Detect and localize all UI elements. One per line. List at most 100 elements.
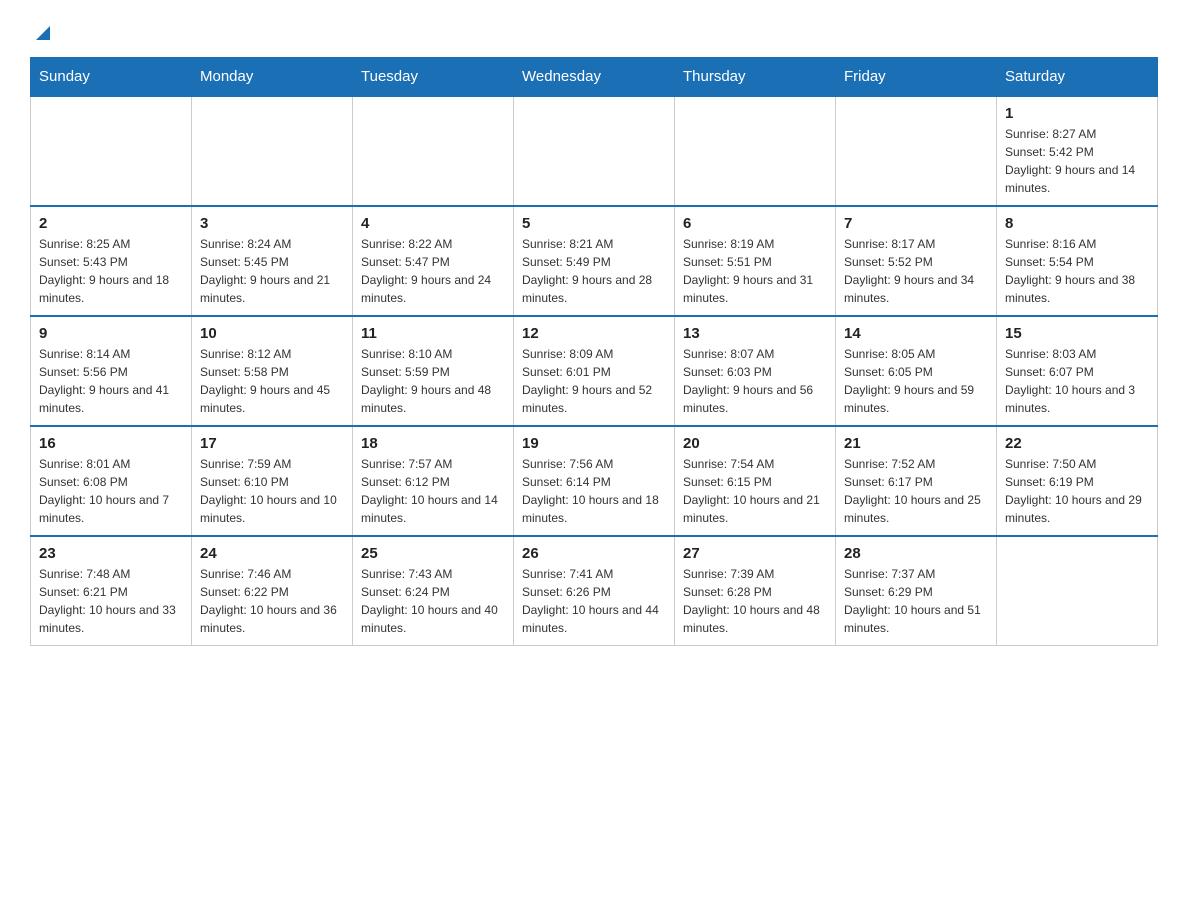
day-info: Sunrise: 8:14 AMSunset: 5:56 PMDaylight:… xyxy=(39,345,183,417)
calendar-cell xyxy=(514,96,675,206)
day-info: Sunrise: 7:37 AMSunset: 6:29 PMDaylight:… xyxy=(844,565,988,637)
day-number: 2 xyxy=(39,215,183,232)
day-info: Sunrise: 7:54 AMSunset: 6:15 PMDaylight:… xyxy=(683,455,827,527)
calendar-cell xyxy=(192,96,353,206)
day-number: 23 xyxy=(39,545,183,562)
day-number: 24 xyxy=(200,545,344,562)
day-info: Sunrise: 7:59 AMSunset: 6:10 PMDaylight:… xyxy=(200,455,344,527)
calendar-cell: 10 Sunrise: 8:12 AMSunset: 5:58 PMDayligh… xyxy=(192,316,353,426)
day-info: Sunrise: 8:03 AMSunset: 6:07 PMDaylight:… xyxy=(1005,345,1149,417)
calendar-cell: 18 Sunrise: 7:57 AMSunset: 6:12 PMDayligh… xyxy=(353,426,514,536)
day-number: 25 xyxy=(361,545,505,562)
day-number: 20 xyxy=(683,435,827,452)
calendar-cell xyxy=(836,96,997,206)
day-number: 11 xyxy=(361,325,505,342)
day-of-week-header: Wednesday xyxy=(514,57,675,96)
day-number: 1 xyxy=(1005,105,1149,122)
day-of-week-header: Monday xyxy=(192,57,353,96)
calendar-cell: 2Sunrise: 8:25 AMSunset: 5:43 PMDaylight… xyxy=(31,206,192,316)
day-number: 21 xyxy=(844,435,988,452)
calendar-cell: 19Sunrise: 7:56 AMSunset: 6:14 PMDayligh… xyxy=(514,426,675,536)
calendar-cell: 21 Sunrise: 7:52 AMSunset: 6:17 PMDayligh… xyxy=(836,426,997,536)
calendar-cell xyxy=(675,96,836,206)
calendar-cell xyxy=(31,96,192,206)
calendar-cell: 7 Sunrise: 8:17 AMSunset: 5:52 PMDaylight… xyxy=(836,206,997,316)
day-number: 17 xyxy=(200,435,344,452)
day-info: Sunrise: 8:19 AMSunset: 5:51 PMDaylight:… xyxy=(683,235,827,307)
day-number: 27 xyxy=(683,545,827,562)
calendar-week-row: 1 Sunrise: 8:27 AMSunset: 5:42 PMDaylight… xyxy=(31,96,1158,206)
calendar-cell: 20 Sunrise: 7:54 AMSunset: 6:15 PMDayligh… xyxy=(675,426,836,536)
day-of-week-header: Tuesday xyxy=(353,57,514,96)
day-info: Sunrise: 8:09 AMSunset: 6:01 PMDaylight:… xyxy=(522,345,666,417)
day-info: Sunrise: 8:21 AMSunset: 5:49 PMDaylight:… xyxy=(522,235,666,307)
calendar-cell: 1 Sunrise: 8:27 AMSunset: 5:42 PMDaylight… xyxy=(997,96,1158,206)
day-info: Sunrise: 7:57 AMSunset: 6:12 PMDaylight:… xyxy=(361,455,505,527)
day-info: Sunrise: 7:43 AMSunset: 6:24 PMDaylight:… xyxy=(361,565,505,637)
day-number: 10 xyxy=(200,325,344,342)
day-of-week-header: Friday xyxy=(836,57,997,96)
calendar-cell: 4Sunrise: 8:22 AMSunset: 5:47 PMDaylight… xyxy=(353,206,514,316)
day-number: 3 xyxy=(200,215,344,232)
calendar-cell: 12 Sunrise: 8:09 AMSunset: 6:01 PMDayligh… xyxy=(514,316,675,426)
calendar-cell: 11 Sunrise: 8:10 AMSunset: 5:59 PMDayligh… xyxy=(353,316,514,426)
day-number: 8 xyxy=(1005,215,1149,232)
day-number: 18 xyxy=(361,435,505,452)
day-number: 14 xyxy=(844,325,988,342)
calendar-cell: 23 Sunrise: 7:48 AMSunset: 6:21 PMDayligh… xyxy=(31,536,192,646)
calendar-header-row: SundayMondayTuesdayWednesdayThursdayFrid… xyxy=(31,57,1158,96)
calendar-cell: 15 Sunrise: 8:03 AMSunset: 6:07 PMDayligh… xyxy=(997,316,1158,426)
calendar-week-row: 9 Sunrise: 8:14 AMSunset: 5:56 PMDaylight… xyxy=(31,316,1158,426)
calendar-cell: 28 Sunrise: 7:37 AMSunset: 6:29 PMDayligh… xyxy=(836,536,997,646)
day-number: 4 xyxy=(361,215,505,232)
day-info: Sunrise: 8:24 AMSunset: 5:45 PMDaylight:… xyxy=(200,235,344,307)
calendar-cell: 22 Sunrise: 7:50 AMSunset: 6:19 PMDayligh… xyxy=(997,426,1158,536)
calendar-week-row: 23 Sunrise: 7:48 AMSunset: 6:21 PMDayligh… xyxy=(31,536,1158,646)
day-number: 6 xyxy=(683,215,827,232)
day-info: Sunrise: 7:46 AMSunset: 6:22 PMDaylight:… xyxy=(200,565,344,637)
calendar-cell: 24 Sunrise: 7:46 AMSunset: 6:22 PMDayligh… xyxy=(192,536,353,646)
day-number: 15 xyxy=(1005,325,1149,342)
day-info: Sunrise: 8:01 AMSunset: 6:08 PMDaylight:… xyxy=(39,455,183,527)
day-number: 28 xyxy=(844,545,988,562)
day-info: Sunrise: 8:07 AMSunset: 6:03 PMDaylight:… xyxy=(683,345,827,417)
day-number: 22 xyxy=(1005,435,1149,452)
day-info: Sunrise: 7:41 AMSunset: 6:26 PMDaylight:… xyxy=(522,565,666,637)
page-header xyxy=(30,20,1158,47)
day-of-week-header: Sunday xyxy=(31,57,192,96)
logo-triangle-icon xyxy=(32,20,54,42)
day-info: Sunrise: 8:05 AMSunset: 6:05 PMDaylight:… xyxy=(844,345,988,417)
day-number: 26 xyxy=(522,545,666,562)
day-of-week-header: Saturday xyxy=(997,57,1158,96)
day-number: 13 xyxy=(683,325,827,342)
calendar-week-row: 16Sunrise: 8:01 AMSunset: 6:08 PMDayligh… xyxy=(31,426,1158,536)
day-info: Sunrise: 7:56 AMSunset: 6:14 PMDaylight:… xyxy=(522,455,666,527)
day-info: Sunrise: 8:10 AMSunset: 5:59 PMDaylight:… xyxy=(361,345,505,417)
day-number: 12 xyxy=(522,325,666,342)
calendar-cell: 16Sunrise: 8:01 AMSunset: 6:08 PMDayligh… xyxy=(31,426,192,536)
day-info: Sunrise: 8:27 AMSunset: 5:42 PMDaylight:… xyxy=(1005,125,1149,197)
day-info: Sunrise: 8:17 AMSunset: 5:52 PMDaylight:… xyxy=(844,235,988,307)
calendar-cell xyxy=(353,96,514,206)
day-of-week-header: Thursday xyxy=(675,57,836,96)
day-number: 5 xyxy=(522,215,666,232)
calendar-week-row: 2Sunrise: 8:25 AMSunset: 5:43 PMDaylight… xyxy=(31,206,1158,316)
day-number: 7 xyxy=(844,215,988,232)
day-info: Sunrise: 7:48 AMSunset: 6:21 PMDaylight:… xyxy=(39,565,183,637)
logo xyxy=(30,20,54,47)
day-info: Sunrise: 7:52 AMSunset: 6:17 PMDaylight:… xyxy=(844,455,988,527)
calendar-cell: 26 Sunrise: 7:41 AMSunset: 6:26 PMDayligh… xyxy=(514,536,675,646)
calendar-cell: 8 Sunrise: 8:16 AMSunset: 5:54 PMDaylight… xyxy=(997,206,1158,316)
calendar-cell: 17 Sunrise: 7:59 AMSunset: 6:10 PMDayligh… xyxy=(192,426,353,536)
calendar-cell: 6 Sunrise: 8:19 AMSunset: 5:51 PMDaylight… xyxy=(675,206,836,316)
calendar-table: SundayMondayTuesdayWednesdayThursdayFrid… xyxy=(30,57,1158,646)
day-number: 9 xyxy=(39,325,183,342)
calendar-cell xyxy=(997,536,1158,646)
day-info: Sunrise: 8:16 AMSunset: 5:54 PMDaylight:… xyxy=(1005,235,1149,307)
calendar-cell: 13 Sunrise: 8:07 AMSunset: 6:03 PMDayligh… xyxy=(675,316,836,426)
day-info: Sunrise: 7:50 AMSunset: 6:19 PMDaylight:… xyxy=(1005,455,1149,527)
calendar-cell: 3 Sunrise: 8:24 AMSunset: 5:45 PMDaylight… xyxy=(192,206,353,316)
day-info: Sunrise: 8:12 AMSunset: 5:58 PMDaylight:… xyxy=(200,345,344,417)
calendar-cell: 25 Sunrise: 7:43 AMSunset: 6:24 PMDayligh… xyxy=(353,536,514,646)
calendar-cell: 14 Sunrise: 8:05 AMSunset: 6:05 PMDayligh… xyxy=(836,316,997,426)
